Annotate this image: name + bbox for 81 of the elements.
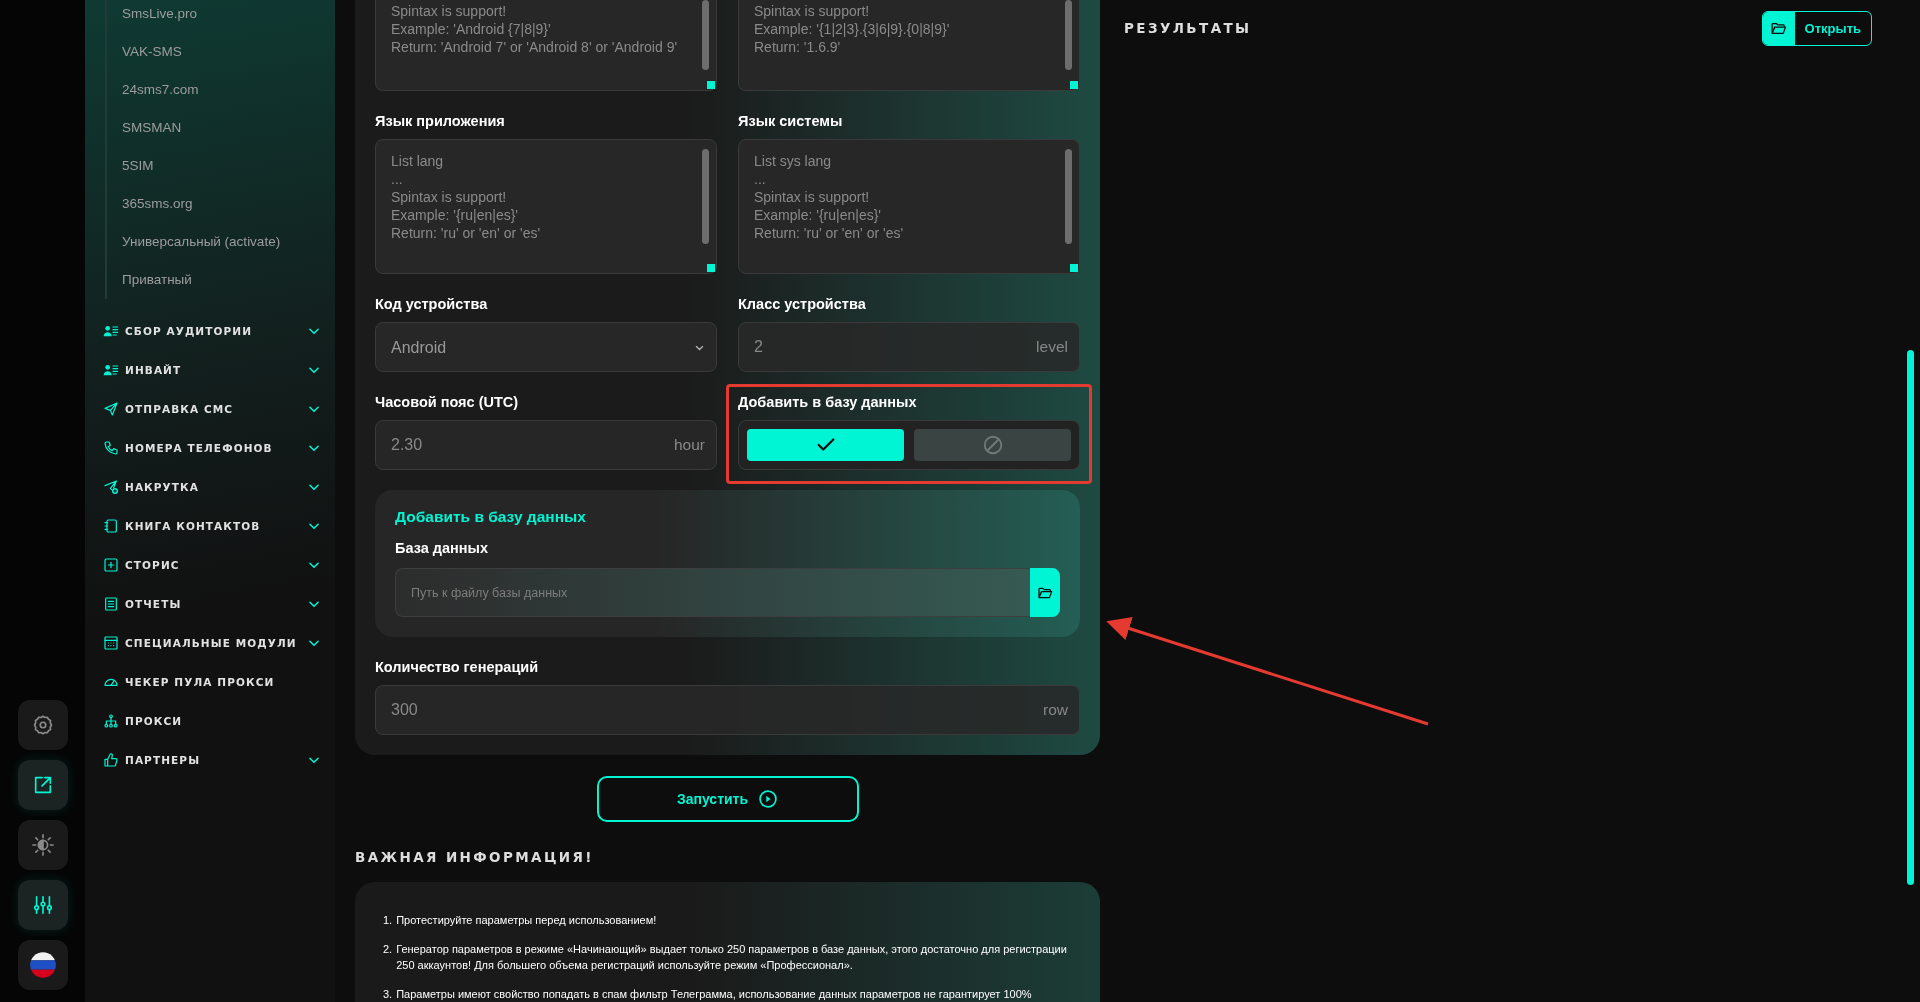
sidebar-toggle-button[interactable] <box>17 700 68 750</box>
calculator-icon <box>103 634 119 651</box>
sidebar-link[interactable]: 5SIM <box>122 147 154 185</box>
play-circle-icon <box>758 789 779 809</box>
list-number: 3. <box>383 987 393 1002</box>
sidebar-menu-item[interactable]: ОТПРАВКА СМС <box>101 389 325 428</box>
field-label: Добавить в базу данных <box>738 393 918 412</box>
folder-icon <box>1770 20 1788 37</box>
text-area[interactable]: List sys lang ... Spintax is support! Example: '{ru|en|es}' Return: 'ru' or 'en' or 'es' <box>738 139 1080 274</box>
run-button[interactable]: Запустить <box>596 776 859 822</box>
prohibited-icon <box>981 434 1004 456</box>
info-text: Протестируйте параметры перед использованием! <box>396 913 657 928</box>
resize-handle[interactable] <box>1070 264 1078 272</box>
sidebar-toggle-button[interactable] <box>17 880 68 930</box>
sidebar-link[interactable]: SmsLive.pro <box>122 0 198 33</box>
sidebar-menu-item[interactable]: ПРОКСИ <box>101 701 325 740</box>
field-label: Класс устройства <box>738 295 867 314</box>
gear-icon <box>31 714 54 736</box>
document-list-icon <box>103 595 119 612</box>
unit-label: row <box>1043 700 1068 720</box>
field-label: Язык системы <box>738 112 844 131</box>
unit-label: level <box>1036 337 1068 357</box>
card-title: Добавить в базу данных <box>395 508 587 527</box>
plus-square-icon <box>103 556 119 573</box>
unit-label: hour <box>673 435 705 455</box>
panel-title: РЕЗУЛЬТАТЫ <box>1124 20 1252 36</box>
sidebar-link[interactable]: 365sms.org <box>122 185 193 223</box>
sidebar-menu-item[interactable]: ИНВАЙТ <box>101 350 325 389</box>
sidebar-menu-item[interactable]: СБОР АУДИТОРИИ <box>101 311 325 350</box>
sidebar-link[interactable]: Универсальный (activate) <box>122 223 281 261</box>
sidebar-menu-item[interactable]: НАКРУТКА <box>101 467 325 506</box>
field-label: Язык приложения <box>375 112 506 131</box>
section-heading: ВАЖНАЯ ИНФОРМАЦИЯ! <box>355 849 595 866</box>
network-icon <box>103 712 119 729</box>
info-text: Генератор параметров в режиме «Начинающий» выдает только 250 параметров в базе данных, этого достаточно для регистрации 250 аккаунтов! Для большего объема регистраций используйте режим «Профессионал». <box>396 942 1068 973</box>
sidebar-toggle-button[interactable] <box>17 760 68 810</box>
toggle-option[interactable] <box>914 429 1071 461</box>
flag-icon <box>28 951 57 979</box>
paper-plane-plus-icon <box>103 478 119 495</box>
open-button[interactable]: Открыть <box>1761 11 1872 46</box>
text-area[interactable]: List lang ... Spintax is support! Example: '{ru|en|es}' Return: 'ru' or 'en' or 'es' <box>375 139 717 274</box>
scrollbar-thumb[interactable] <box>1065 0 1072 70</box>
sidebar-toggle-button[interactable] <box>17 820 68 870</box>
field-label: База данных <box>395 539 489 558</box>
toggle-option[interactable] <box>747 429 904 461</box>
sidebar-menu-item[interactable]: ПАРТНЕРЫ <box>101 740 325 779</box>
thumbs-up-icon <box>103 751 119 768</box>
notebook-icon <box>103 517 119 534</box>
sidebar-menu-item[interactable]: ОТЧЕТЫ <box>101 584 325 623</box>
dropdown[interactable]: Android <box>375 322 717 372</box>
sidebar-link[interactable]: 24sms7.com <box>122 71 199 109</box>
file-path-field[interactable]: Путь к файлу базы данных <box>395 568 1030 617</box>
scrollbar-thumb[interactable] <box>702 149 709 244</box>
list-number: 2. <box>383 942 393 957</box>
field-label: Код устройства <box>375 295 489 314</box>
scrollbar-thumb[interactable] <box>1906 350 1914 885</box>
text-area[interactable]: Spintax is support! Example: 'Android {7|8|9}' Return: 'Android 7' or 'Android 8' or 'Android 9' <box>375 0 717 91</box>
resize-handle[interactable] <box>707 81 715 89</box>
info-text: Параметры имеют свойство попадать в спам фильтр Телеграмма, использование данных параметров не гарантирует 100% <box>396 987 1032 1002</box>
paper-plane-icon <box>103 400 119 417</box>
sidebar-link[interactable]: Приватный <box>122 261 192 299</box>
sidebar-toggle-button[interactable] <box>17 940 68 990</box>
sidebar-menu-item[interactable]: НОМЕРА ТЕЛЕФОНОВ <box>101 428 325 467</box>
resize-handle[interactable] <box>707 264 715 272</box>
sidebar-menu-item[interactable]: ЧЕКЕР ПУЛА ПРОКСИ <box>101 662 325 701</box>
field-label: Часовой пояс (UTC) <box>375 393 520 412</box>
list-number: 1. <box>383 913 393 928</box>
scrollbar-thumb[interactable] <box>1065 149 1072 244</box>
sidebar-link[interactable]: VAK-SMS <box>122 33 182 71</box>
sidebar-menu-item[interactable]: СТОРИС <box>101 545 325 584</box>
folder-button[interactable] <box>1030 568 1060 617</box>
resize-handle[interactable] <box>1070 81 1078 89</box>
sidebar-link[interactable]: SMSMAN <box>122 109 182 147</box>
sun-moon-icon <box>31 834 54 856</box>
sidebar-menu-item[interactable]: СПЕЦИАЛЬНЫЕ МОДУЛИ <box>101 623 325 662</box>
field-label: Количество генераций <box>375 658 540 677</box>
sliders-icon <box>31 894 54 916</box>
text-area[interactable]: Spintax is support! Example: '{1|2|3}.{3|6|9}.{0|8|9}' Return: '1.6.9' <box>738 0 1080 91</box>
sidebar-menu-item[interactable]: КНИГА КОНТАКТОВ <box>101 506 325 545</box>
phone-icon <box>103 439 119 456</box>
scrollbar-thumb[interactable] <box>702 0 709 70</box>
